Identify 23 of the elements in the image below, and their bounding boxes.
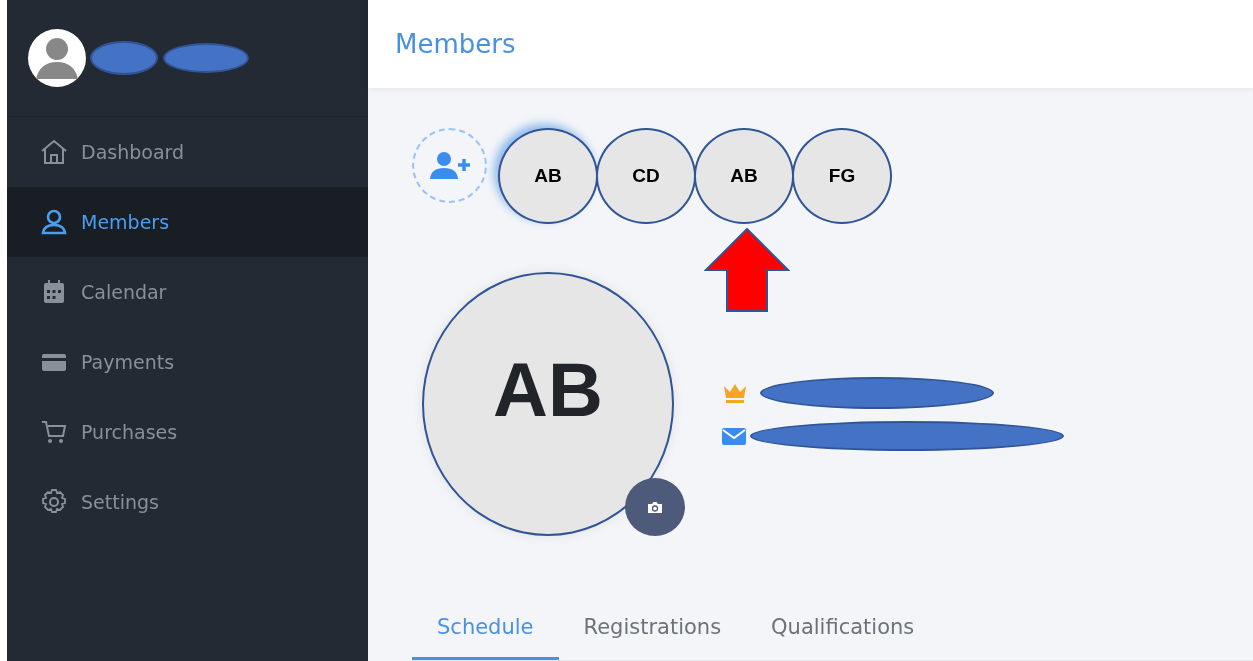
tab[interactable]: Qualifications — [746, 603, 940, 660]
member-avatar[interactable]: CD — [596, 128, 696, 224]
mail-icon — [722, 427, 746, 445]
person-icon — [39, 207, 69, 237]
sidebar-item[interactable]: Dashboard — [7, 117, 368, 187]
home-icon — [39, 137, 69, 167]
user-avatar — [28, 29, 86, 87]
sidebar-item[interactable]: Purchases — [7, 397, 368, 467]
add-user-icon — [428, 150, 471, 181]
sidebar-item[interactable]: Settings — [7, 467, 368, 537]
tab[interactable]: Schedule — [412, 603, 559, 660]
member-avatar[interactable]: FG — [792, 128, 892, 224]
sidebar-item[interactable]: Calendar — [7, 257, 368, 327]
add-member-button[interactable] — [412, 128, 487, 203]
crown-icon — [722, 382, 748, 404]
camera-icon — [647, 500, 663, 514]
sidebar-item[interactable]: Members — [7, 187, 368, 257]
tab[interactable]: Registrations — [558, 603, 747, 660]
profile-avatar: AB — [422, 272, 674, 536]
member-avatar[interactable]: AB — [498, 128, 598, 224]
member-avatar[interactable]: AB — [694, 128, 794, 224]
page-title: Members — [395, 27, 516, 61]
sidebar-item[interactable]: Payments — [7, 327, 368, 397]
